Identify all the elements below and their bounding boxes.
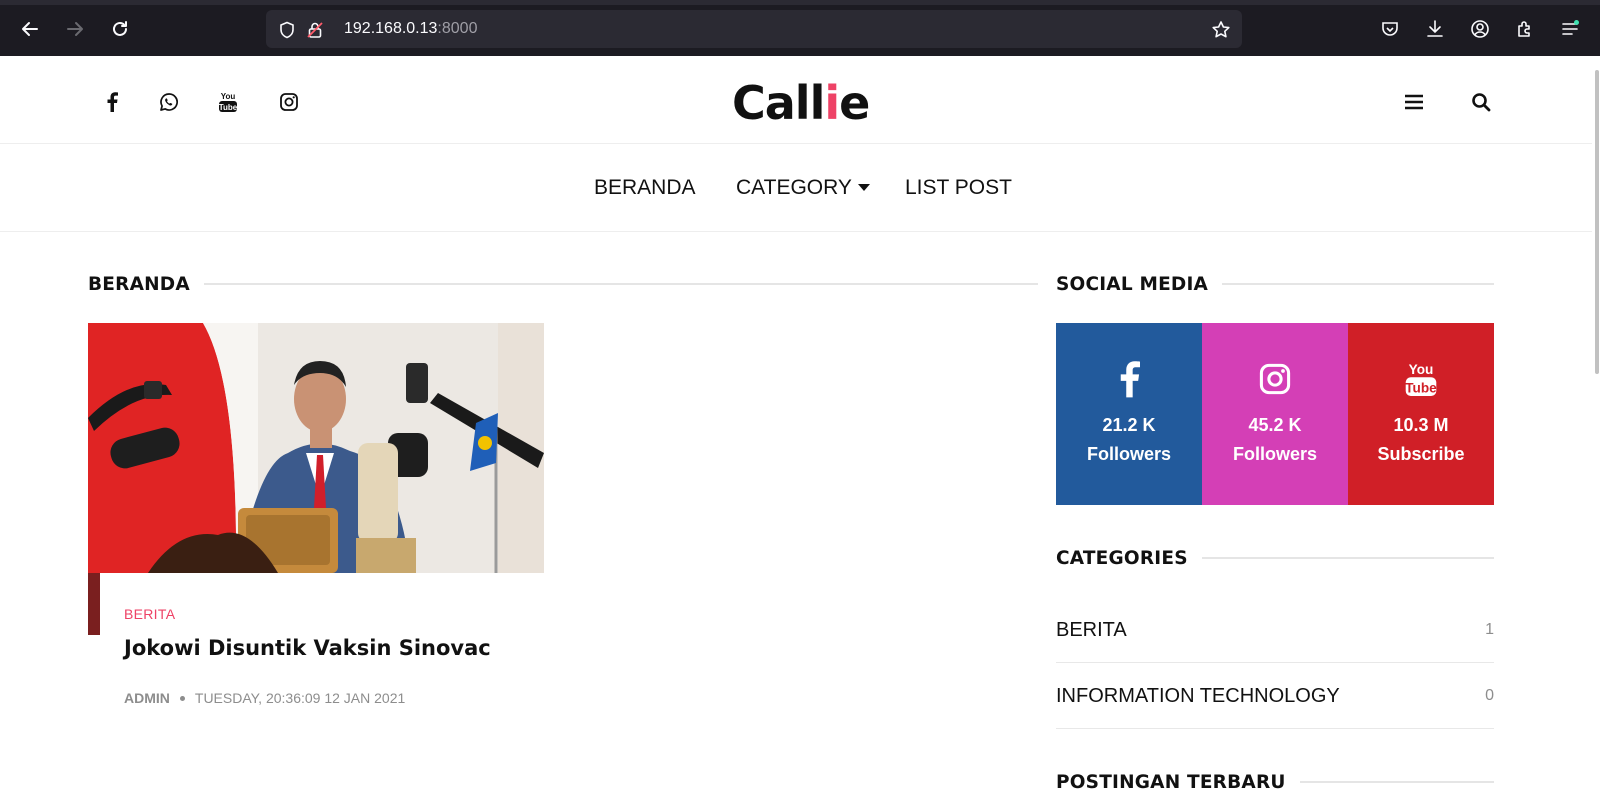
address-bar[interactable]: 192.168.0.13:8000	[266, 10, 1242, 48]
section-divider	[1299, 781, 1494, 783]
category-name: INFORMATION TECHNOLOGY	[1056, 685, 1340, 707]
account-icon[interactable]	[1468, 17, 1492, 41]
section-divider	[203, 283, 1038, 285]
category-item-berita[interactable]: BERITA 1	[1056, 597, 1494, 663]
nav-home-link[interactable]: BERANDA	[594, 176, 696, 200]
reload-button[interactable]	[106, 15, 134, 43]
header-whatsapp-link[interactable]	[157, 90, 181, 114]
logo-accent-letter: i	[824, 76, 840, 130]
post-date: TUESDAY, 20:36:09 12 JAN 2021	[194, 690, 406, 706]
arrow-right-icon	[67, 22, 83, 36]
facebook-icon	[1056, 357, 1202, 401]
section-divider	[1201, 557, 1494, 559]
youtube-icon: You Tube	[1348, 357, 1494, 401]
caret-down-icon	[857, 184, 870, 191]
recent-posts-heading: POSTINGAN TERBARU	[1056, 771, 1286, 790]
app-menu-icon[interactable]	[1558, 17, 1582, 41]
post-author[interactable]: ADMIN	[124, 690, 170, 706]
facebook-follower-label: Followers	[1086, 444, 1171, 464]
page-scrollbar[interactable]	[1592, 56, 1600, 790]
category-count: 0	[1485, 687, 1494, 704]
header-facebook-link[interactable]	[100, 90, 124, 114]
facebook-icon	[107, 92, 118, 112]
social-media-section-title: SOCIAL MEDIA	[1056, 273, 1494, 295]
post-accent-bar	[88, 573, 100, 635]
nav-list-post-link[interactable]: LIST POST	[905, 176, 1012, 200]
recent-posts-section-title: POSTINGAN TERBARU	[1056, 771, 1494, 790]
search-button[interactable]	[1469, 90, 1493, 114]
hamburger-menu-icon	[1405, 94, 1423, 110]
reload-icon	[113, 21, 127, 36]
svg-text:Tube: Tube	[219, 103, 238, 112]
youtube-subscribers-box[interactable]: You Tube 10.3 M Subscribe	[1348, 323, 1494, 505]
category-item-information-technology[interactable]: INFORMATION TECHNOLOGY 0	[1056, 663, 1494, 729]
post-title-link[interactable]: Jokowi Disuntik Vaksin Sinovac	[124, 636, 491, 660]
nav-category-dropdown[interactable]: CATEGORY	[736, 176, 870, 200]
nav-category-label: CATEGORY	[736, 176, 852, 199]
youtube-subscriber-count: 10.3 M	[1393, 415, 1449, 435]
categories-heading: CATEGORIES	[1056, 547, 1188, 569]
instagram-follower-count: 45.2 K	[1248, 415, 1302, 435]
whatsapp-icon	[160, 93, 178, 111]
arrow-left-icon	[22, 22, 38, 36]
header-youtube-link[interactable]: You Tube	[216, 90, 240, 114]
svg-text:You: You	[1409, 362, 1434, 377]
post-meta: ADMIN TUESDAY, 20:36:09 12 JAN 2021	[124, 690, 405, 706]
insecure-lock-icon[interactable]	[304, 19, 326, 41]
logo-text-start: Call	[732, 76, 825, 130]
instagram-icon	[280, 93, 298, 111]
header-instagram-link[interactable]	[277, 90, 301, 114]
youtube-subscriber-label: Subscribe	[1377, 444, 1465, 464]
shield-icon[interactable]	[276, 19, 298, 41]
social-media-heading: SOCIAL MEDIA	[1056, 273, 1209, 295]
main-section-title: BERANDA	[88, 273, 1038, 295]
section-divider	[1222, 283, 1494, 285]
main-navigation: BERANDA CATEGORY LIST POST	[0, 144, 1592, 232]
meta-separator-dot	[179, 695, 185, 701]
url-host: 192.168.0.13	[344, 20, 438, 37]
tab-strip-edge	[0, 0, 1600, 5]
forward-button[interactable]	[61, 15, 89, 43]
search-icon	[1472, 93, 1491, 112]
instagram-icon	[1202, 357, 1348, 401]
download-icon[interactable]	[1423, 17, 1447, 41]
facebook-follower-count: 21.2 K	[1102, 415, 1156, 435]
category-count: 1	[1485, 621, 1494, 638]
categories-section-title: CATEGORIES	[1056, 547, 1494, 569]
post-thumbnail[interactable]	[88, 323, 544, 573]
post-category-link[interactable]: BERITA	[124, 606, 175, 622]
site-logo[interactable]: Callie	[732, 76, 870, 130]
pocket-icon[interactable]	[1378, 17, 1402, 41]
url-text[interactable]: 192.168.0.13:8000	[344, 20, 477, 38]
bookmark-star-icon[interactable]	[1210, 19, 1232, 41]
back-button[interactable]	[16, 15, 44, 43]
svg-text:Tube: Tube	[1405, 381, 1437, 396]
browser-toolbar: 192.168.0.13:8000	[0, 0, 1600, 56]
post-thumbnail-illustration	[88, 323, 544, 573]
instagram-followers-box[interactable]: 45.2 K Followers	[1202, 323, 1348, 505]
logo-text-end: e	[839, 76, 870, 130]
instagram-follower-label: Followers	[1232, 444, 1317, 464]
facebook-followers-box[interactable]: 21.2 K Followers	[1056, 323, 1202, 505]
url-port: :8000	[437, 20, 478, 37]
extensions-icon[interactable]	[1513, 17, 1537, 41]
svg-text:You: You	[221, 92, 236, 101]
site-header: You Tube Callie	[0, 56, 1592, 144]
category-name: BERITA	[1056, 619, 1127, 641]
youtube-icon: You Tube	[219, 92, 238, 112]
main-section-heading: BERANDA	[88, 273, 190, 295]
scrollbar-thumb[interactable]	[1595, 70, 1599, 374]
menu-toggle-button[interactable]	[1402, 90, 1426, 114]
